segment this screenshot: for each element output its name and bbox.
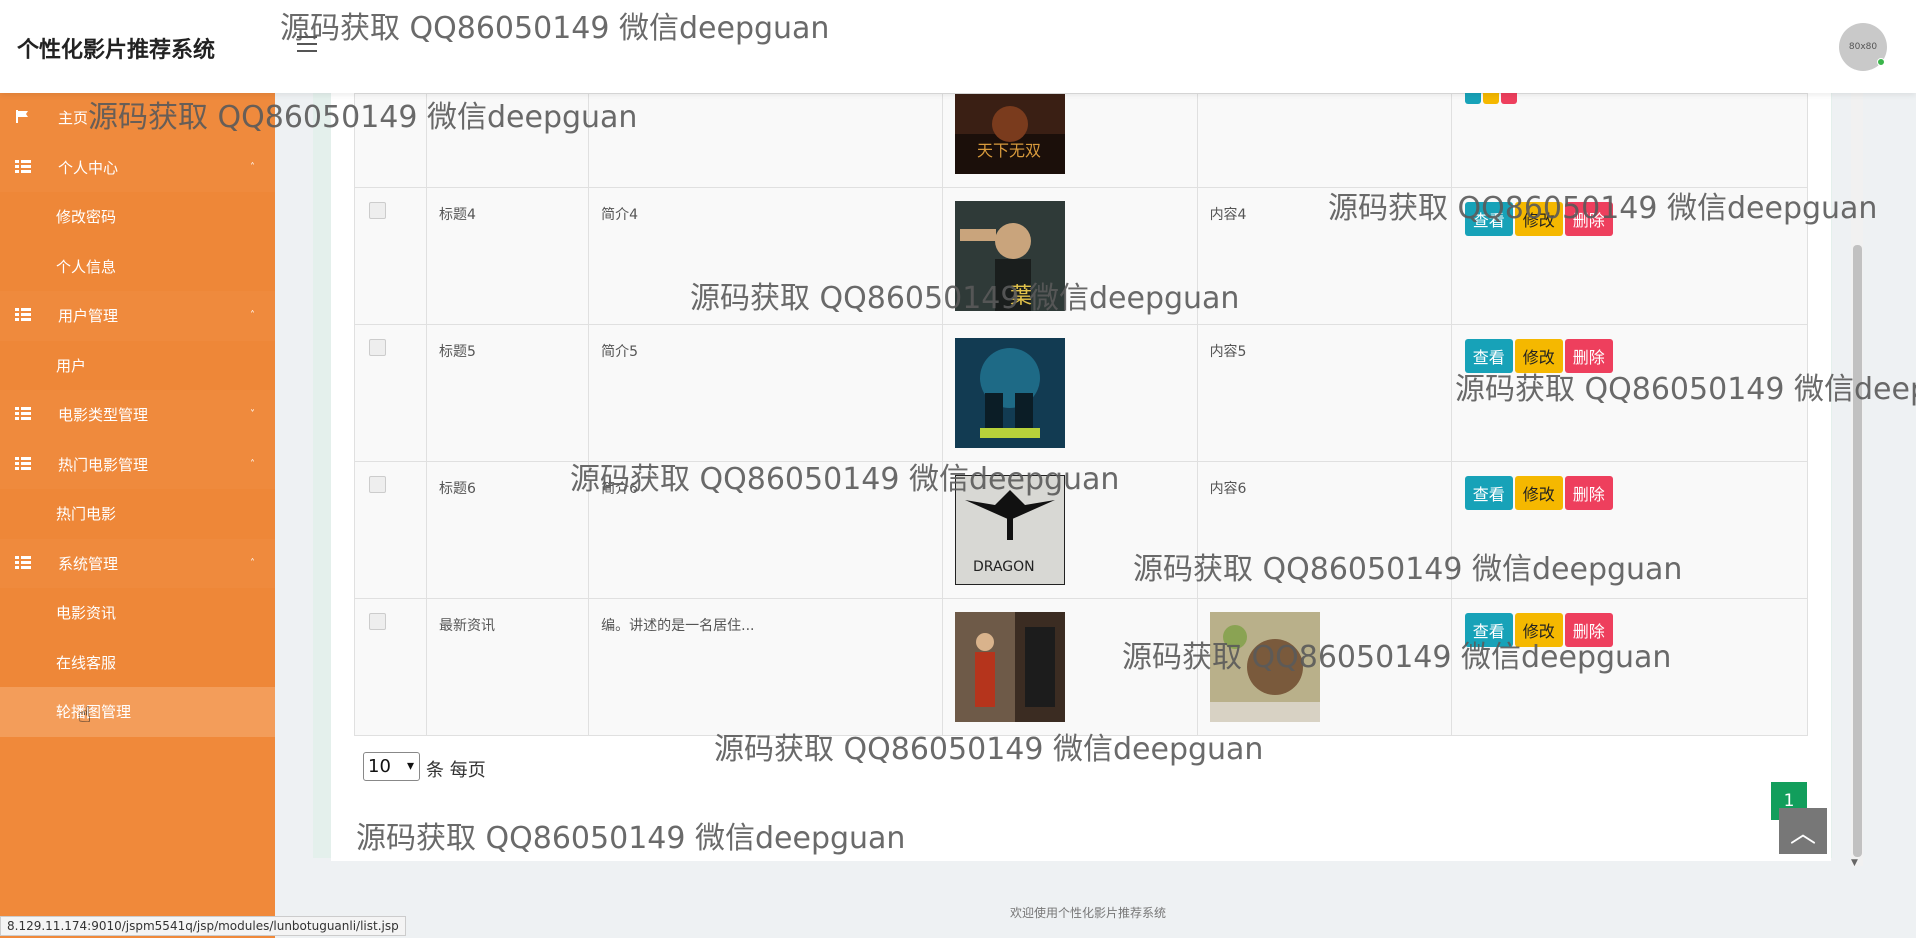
edit-button[interactable]: 修改 — [1514, 476, 1563, 510]
sidebar: 主页 个人中心 ˄ 修改密码 个人信息 用户管理 ˄ 用户 电影类型管理 ˅ 热… — [0, 93, 275, 938]
delete-button[interactable]: 删除 — [1564, 202, 1613, 236]
sidebar-item-carousel-management[interactable]: 轮播图管理 — [0, 687, 275, 737]
intro-cell: 简介4 — [588, 187, 944, 325]
row-checkbox[interactable] — [369, 202, 386, 219]
status-url: 8.129.11.174:9010/jspm5541q/jsp/modules/… — [0, 916, 406, 936]
view-button[interactable]: 查看 — [1464, 202, 1513, 236]
intro-cell: 简介6 — [588, 461, 944, 599]
view-button[interactable]: 查看 — [1464, 339, 1513, 373]
delete-button[interactable]: 删除 — [1564, 476, 1613, 510]
sidebar-item-user-management[interactable]: 用户管理 ˄ — [0, 291, 275, 341]
grid-icon — [15, 407, 31, 420]
title-cell: 标题6 — [426, 461, 590, 599]
intro-cell: 编。讲述的是一名居住... — [588, 598, 944, 736]
sidebar-item-label: 用户管理 — [58, 307, 119, 326]
svg-text:DRAGON: DRAGON — [973, 559, 1035, 575]
sidebar-item-home[interactable]: 主页 — [0, 93, 275, 143]
sidebar-item-system-management[interactable]: 系统管理 ˄ — [0, 538, 275, 588]
app-title: 个性化影片推荐系统 — [17, 38, 216, 63]
chevron-up-icon: ︿ — [1789, 818, 1816, 849]
table-row: 标题6 简介6 DRAGON 内容6 查看 修改 删除 — [353, 461, 1809, 599]
title-cell: 标题5 — [426, 324, 590, 462]
chevron-up-icon: ˄ — [250, 310, 255, 322]
poster-kungfu-dark-image: 天下无双 — [955, 94, 1066, 174]
grid-icon — [15, 308, 31, 321]
sidebar-item-label: 电影资讯 — [56, 604, 117, 623]
image-child-photo — [1209, 612, 1320, 722]
title-cell — [426, 93, 590, 188]
poster-costume-image — [955, 612, 1066, 722]
chevron-up-icon: ˄ — [250, 161, 255, 173]
intro-cell — [588, 93, 944, 188]
table-row: 最新资讯 编。讲述的是一名居住... 查看 修改 删除 — [353, 598, 1809, 736]
svg-text:葉: 葉 — [1010, 284, 1032, 309]
table-row: 天下无双 — [353, 84, 1809, 188]
content-cell: 内容5 — [1196, 324, 1452, 462]
sidebar-item-personal-info[interactable]: 个人信息 — [0, 241, 275, 291]
menu-toggle-icon[interactable] — [297, 36, 317, 54]
poster-dragon-image: DRAGON — [955, 475, 1066, 585]
sidebar-item-label: 系统管理 — [58, 554, 119, 573]
back-to-top-button[interactable]: ︿ — [1779, 808, 1827, 854]
delete-button[interactable]: 删除 — [1564, 339, 1613, 373]
sidebar-item-movie-news[interactable]: 电影资讯 — [0, 588, 275, 638]
sidebar-item-users[interactable]: 用户 — [0, 340, 275, 390]
edit-button[interactable]: 修改 — [1514, 613, 1563, 647]
edit-button[interactable]: 修改 — [1514, 202, 1563, 236]
sidebar-item-label: 个人信息 — [56, 257, 117, 276]
per-page-label: 条 每页 — [426, 760, 486, 781]
view-button[interactable]: 查看 — [1464, 476, 1513, 510]
page-size-select[interactable]: 10 — [363, 752, 420, 781]
sidebar-item-hot-movie-management[interactable]: 热门电影管理 ˄ — [0, 439, 275, 489]
content-cell: 内容4 — [1196, 187, 1452, 325]
title-cell: 标题4 — [426, 187, 590, 325]
grid-icon — [15, 159, 31, 173]
sidebar-item-label: 热门电影管理 — [58, 455, 149, 474]
sidebar-item-label: 个人中心 — [58, 158, 119, 177]
sidebar-item-change-password[interactable]: 修改密码 — [0, 192, 275, 242]
edit-button[interactable]: 修改 — [1514, 339, 1563, 373]
chevron-up-icon: ˄ — [250, 557, 255, 569]
content-cell — [1196, 93, 1452, 188]
sidebar-item-movie-type-management[interactable]: 电影类型管理 ˅ — [0, 390, 275, 440]
top-header: 个性化影片推荐系统 80x80 — [0, 0, 1916, 93]
delete-button[interactable]: 删除 — [1564, 613, 1613, 647]
chevron-up-icon: ˄ — [250, 458, 255, 470]
carousel-table: 天下无双 标题4 简介4 葉 内容4 查看 修改 删除 标题5 简介5 内容5 … — [353, 84, 1809, 736]
flag-icon — [16, 110, 28, 123]
sidebar-item-label: 电影类型管理 — [58, 406, 149, 425]
sidebar-item-label: 修改密码 — [56, 208, 117, 227]
view-button[interactable]: 查看 — [1464, 613, 1513, 647]
row-checkbox[interactable] — [369, 476, 386, 493]
sidebar-item-label: 在线客服 — [56, 653, 117, 672]
svg-text:天下无双: 天下无双 — [977, 141, 1041, 160]
sidebar-item-personal-center[interactable]: 个人中心 ˄ — [0, 142, 275, 192]
sidebar-item-label: 轮播图管理 — [56, 703, 132, 722]
sidebar-item-online-service[interactable]: 在线客服 — [0, 637, 275, 687]
title-cell: 最新资讯 — [426, 598, 590, 736]
row-checkbox[interactable] — [369, 339, 386, 356]
row-checkbox[interactable] — [369, 613, 386, 630]
scrollbar-thumb[interactable] — [1853, 245, 1862, 857]
scroll-down-arrow-icon[interactable]: ▼ — [1851, 858, 1858, 868]
table-row: 标题4 简介4 葉 内容4 查看 修改 删除 — [353, 187, 1809, 325]
grid-icon — [15, 555, 31, 569]
sidebar-item-label: 主页 — [58, 109, 89, 128]
hand-cursor-icon: ☝ — [78, 703, 92, 728]
table-row: 标题5 简介5 内容5 查看 修改 删除 — [353, 324, 1809, 462]
poster-ipman-image: 葉 — [955, 201, 1066, 311]
poster-blue-action-image — [955, 338, 1066, 448]
online-status-dot — [1877, 58, 1885, 66]
content-cell: 内容6 — [1196, 461, 1452, 599]
sidebar-item-label: 热门电影 — [56, 505, 117, 524]
sidebar-item-hot-movies[interactable]: 热门电影 — [0, 489, 275, 539]
sidebar-item-label: 用户 — [56, 356, 87, 375]
grid-icon — [15, 456, 31, 470]
chevron-down-icon: ˅ — [250, 409, 255, 421]
intro-cell: 简介5 — [588, 324, 944, 462]
